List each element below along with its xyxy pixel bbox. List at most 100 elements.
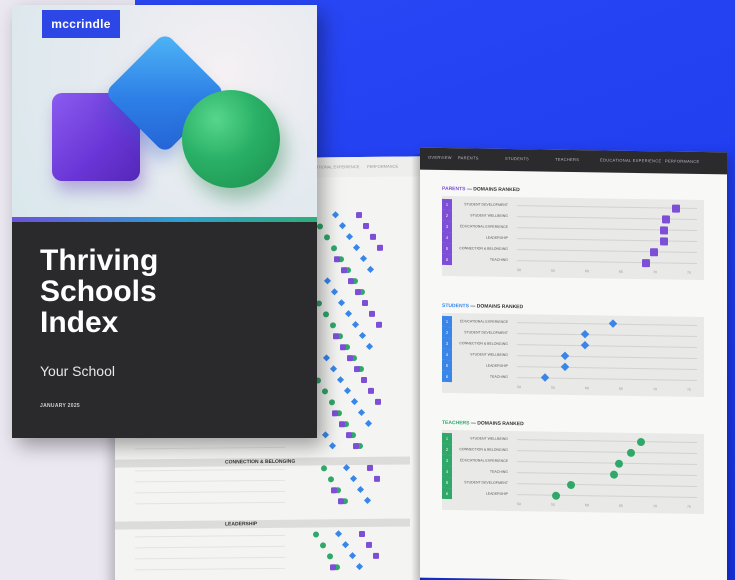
score-marker bbox=[347, 355, 353, 362]
report-cover: mccrindle Thriving Schools Index Your Sc… bbox=[12, 5, 317, 438]
score-marker bbox=[358, 331, 367, 340]
score-marker bbox=[320, 542, 326, 549]
score-marker bbox=[330, 322, 336, 329]
score-marker bbox=[328, 476, 334, 483]
axis-tick-label: 60 bbox=[585, 503, 589, 508]
domain-label: STUDENT DEVELOPMENT bbox=[464, 480, 508, 485]
score-marker bbox=[374, 475, 380, 482]
score-marker bbox=[339, 421, 345, 428]
score-marker bbox=[329, 399, 335, 406]
axis-tick-label: 65 bbox=[619, 269, 623, 274]
score-marker bbox=[627, 448, 635, 457]
score-marker bbox=[342, 464, 351, 472]
domain-label: STUDENT WELLBEING bbox=[470, 213, 508, 218]
axis-tick-label: 65 bbox=[619, 386, 623, 391]
score-marker bbox=[353, 443, 359, 450]
domain-label: EDUCATIONAL EXPERIENCE bbox=[459, 224, 508, 229]
brand-logo: mccrindle bbox=[42, 10, 120, 38]
rank-number: 2 bbox=[442, 209, 452, 222]
score-marker bbox=[328, 442, 337, 450]
score-marker bbox=[313, 531, 319, 538]
rank-number: 6 bbox=[442, 487, 452, 500]
row-gridline bbox=[517, 216, 697, 220]
row-gridline bbox=[517, 450, 697, 454]
section-band bbox=[115, 518, 410, 530]
score-marker bbox=[359, 254, 368, 263]
score-marker bbox=[356, 485, 365, 494]
rank-number: 5 bbox=[442, 476, 452, 489]
row-gridline bbox=[517, 439, 697, 443]
left-page-tabs: EMOTIONAL EXPERIENCE PERFORMANCE bbox=[305, 156, 420, 178]
rank-number: 3 bbox=[442, 454, 452, 467]
score-marker bbox=[344, 310, 353, 318]
score-marker bbox=[352, 244, 361, 252]
score-marker bbox=[363, 222, 369, 229]
score-marker bbox=[363, 496, 372, 504]
domain-label: EDUCATIONAL EXPERIENCE bbox=[459, 458, 508, 463]
axis-tick-label: 70 bbox=[653, 504, 657, 509]
chart-heading-text: — DOMAINS RANKED bbox=[468, 303, 524, 311]
tab-performance: PERFORMANCE bbox=[665, 158, 700, 164]
score-marker bbox=[354, 366, 360, 373]
score-marker bbox=[351, 321, 360, 329]
score-marker bbox=[322, 354, 331, 362]
score-marker bbox=[650, 247, 658, 256]
chart-panel: 1 STUDENT WELLBEING 2 CONNECTION & BELONGIN… bbox=[442, 429, 704, 515]
score-marker bbox=[357, 408, 366, 417]
score-marker bbox=[334, 256, 340, 263]
row-gridline bbox=[517, 461, 697, 465]
score-marker bbox=[330, 564, 336, 571]
axis-tick-label: 55 bbox=[551, 385, 555, 390]
score-marker bbox=[324, 234, 330, 241]
score-marker bbox=[327, 553, 333, 560]
section-heading: CONNECTION & BELONGING bbox=[225, 458, 296, 466]
rank-number: 1 bbox=[442, 315, 452, 328]
domain-label: CONNECTION & BELONGING bbox=[459, 246, 508, 251]
score-marker bbox=[331, 487, 337, 494]
score-marker bbox=[364, 419, 373, 427]
tab-educational-experience: EDUCATIONAL EXPERIENCE bbox=[600, 157, 662, 164]
rank-number: 1 bbox=[442, 198, 452, 211]
cover-school-name: Your School bbox=[40, 363, 115, 379]
score-marker bbox=[615, 459, 623, 468]
score-marker bbox=[331, 211, 340, 219]
score-marker bbox=[331, 245, 337, 252]
score-marker bbox=[552, 491, 560, 500]
row-gridline bbox=[517, 249, 697, 253]
score-marker bbox=[369, 310, 375, 317]
row-gridline bbox=[517, 322, 697, 326]
score-marker bbox=[672, 204, 680, 213]
chart-heading: TEACHERS — DOMAINS RANKED bbox=[442, 420, 524, 427]
domain-label: STUDENT WELLBEING bbox=[470, 436, 508, 441]
cover-title-line: Thriving bbox=[40, 244, 159, 277]
score-marker bbox=[323, 311, 329, 318]
chart-panel: 1 EDUCATIONAL EXPERIENCE 2 STUDENT DEVELOPM… bbox=[442, 312, 704, 398]
right-page-tabs: OVERVIEW PARENTS STUDENTS TEACHERS EDUCA… bbox=[420, 147, 727, 175]
domain-label: EDUCATIONAL EXPERIENCE bbox=[459, 319, 508, 324]
score-marker bbox=[560, 362, 570, 371]
score-marker bbox=[366, 265, 375, 273]
score-marker bbox=[349, 475, 358, 483]
rank-number: 1 bbox=[442, 432, 452, 445]
score-marker bbox=[341, 541, 350, 549]
score-marker bbox=[370, 233, 376, 240]
chart-heading-text: — DOMAINS RANKED bbox=[465, 186, 520, 194]
score-marker bbox=[345, 233, 354, 241]
chart-panel: 1 STUDENT DEVELOPMENT 2 STUDENT WELLBEING 3 E… bbox=[442, 195, 704, 281]
score-marker bbox=[365, 342, 374, 350]
domain-label: CONNECTION & BELONGING bbox=[459, 447, 508, 452]
score-marker bbox=[348, 552, 357, 560]
tab-parents: PARENTS bbox=[458, 155, 479, 161]
score-marker bbox=[343, 387, 352, 395]
domain-label: TEACHING bbox=[489, 374, 508, 379]
chart-group-label: PARENTS bbox=[442, 185, 466, 193]
section-heading: LEADERSHIP bbox=[225, 521, 258, 528]
score-marker bbox=[341, 267, 347, 274]
domain-label: TEACHING bbox=[489, 257, 508, 262]
score-marker bbox=[348, 278, 354, 285]
score-marker bbox=[317, 223, 323, 230]
row-rule bbox=[135, 545, 285, 549]
row-gridline bbox=[517, 227, 697, 231]
score-marker bbox=[338, 498, 344, 505]
domain-label: STUDENT DEVELOPMENT bbox=[464, 330, 508, 335]
